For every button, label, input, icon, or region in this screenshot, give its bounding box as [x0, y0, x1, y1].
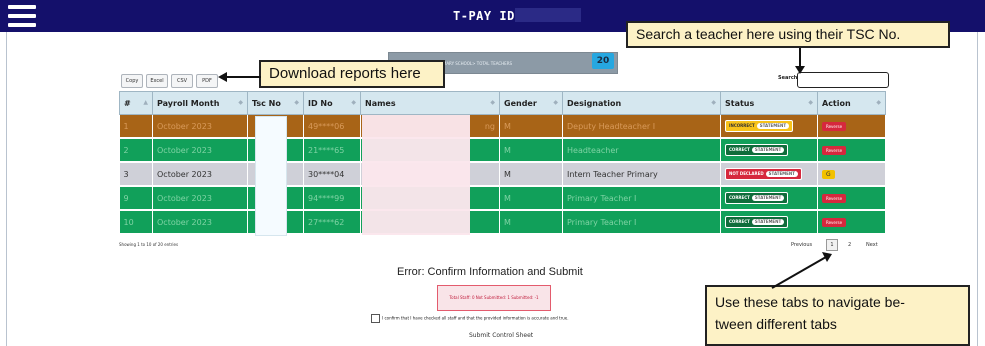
action-cell: Reverse	[817, 210, 886, 235]
copy-button[interactable]: Copy	[121, 74, 143, 88]
pagination-page-1[interactable]: 1	[826, 239, 838, 251]
row-number: 2	[119, 138, 153, 163]
error-title: Error: Confirm Information and Submit	[397, 266, 583, 278]
pdf-button[interactable]: PDF	[196, 74, 218, 88]
gender-cell: M	[499, 162, 563, 187]
designation-cell: Primary Teacher I	[562, 186, 721, 211]
csv-button[interactable]: CSV	[171, 74, 193, 88]
reverse-button[interactable]: Reverse	[822, 146, 847, 155]
col-header-names[interactable]: Names ◆	[360, 91, 500, 115]
status-cell: INCORRECT STATEMENT	[720, 114, 818, 139]
gender-cell: M	[499, 210, 563, 235]
pagination-next[interactable]: Next	[866, 242, 878, 248]
redacted-id-block	[515, 8, 581, 22]
app-frame: T-PAY ID: < NABKWENI PRIMARY SCHOOL> TOT…	[0, 0, 985, 346]
callout-tabs-line-2: tween different tabs	[715, 316, 837, 332]
confirm-text: I confirm that I have checked all staff …	[382, 315, 569, 321]
col-header-gender[interactable]: Gender ◆	[499, 91, 563, 115]
status-cell: CORRECT STATEMENT	[720, 210, 818, 235]
hamburger-menu-icon[interactable]	[8, 5, 36, 27]
id-no-cell: 30****04	[303, 162, 361, 187]
status-badge: CORRECT STATEMENT	[725, 192, 789, 204]
designation-cell: Deputy Headteacher I	[562, 114, 721, 139]
payroll-table: # ▲ Payroll Month ◆ Tsc No ◆ ID No ◆ Names ◆ …	[119, 91, 886, 235]
table-header-row: # ▲ Payroll Month ◆ Tsc No ◆ ID No ◆ Names ◆ …	[119, 91, 886, 115]
id-no-cell: 49****06	[303, 114, 361, 139]
id-no-cell: 27****62	[303, 210, 361, 235]
action-cell: Reverse	[817, 114, 886, 139]
id-no-cell: 94****99	[303, 186, 361, 211]
payroll-month-cell: October 2023	[152, 162, 248, 187]
pagination-page-2[interactable]: 2	[848, 242, 851, 248]
action-cell: Reverse	[817, 138, 886, 163]
status-cell: NOT DECLARED STATEMENT	[720, 162, 818, 187]
row-number: 9	[119, 186, 153, 211]
status-badge: CORRECT STATEMENT	[725, 144, 789, 156]
redacted-tsc-column	[255, 116, 287, 236]
error-summary-box: Total Staff: 0 Not Submitted: 1 Submitte…	[437, 285, 551, 311]
callout-search: Search a teacher here using their TSC No…	[626, 21, 950, 48]
payroll-month-cell: October 2023	[152, 114, 248, 139]
excel-button[interactable]: Excel	[146, 74, 168, 88]
callout-tabs: Use these tabs to navigate be- tween dif…	[705, 285, 970, 346]
designation-cell: Intern Teacher Primary	[562, 162, 721, 187]
action-button[interactable]: G	[822, 170, 835, 179]
payroll-table-wrapper: # ▲ Payroll Month ◆ Tsc No ◆ ID No ◆ Names ◆ …	[119, 91, 886, 236]
col-header-status[interactable]: Status ◆	[720, 91, 818, 115]
gender-cell: M	[499, 138, 563, 163]
confirm-row: I confirm that I have checked all staff …	[371, 314, 568, 323]
table-row: 10 October 2023 27****62 M Primary Teach…	[119, 210, 886, 235]
payroll-month-cell: October 2023	[152, 186, 248, 211]
reverse-button[interactable]: Reverse	[822, 218, 847, 227]
status-cell: CORRECT STATEMENT	[720, 138, 818, 163]
col-header-payroll-month[interactable]: Payroll Month ◆	[152, 91, 248, 115]
reverse-button[interactable]: Reverse	[822, 122, 847, 131]
col-header-tsc-no[interactable]: Tsc No ◆	[247, 91, 304, 115]
row-number: 10	[119, 210, 153, 235]
col-header-designation[interactable]: Designation ◆	[562, 91, 721, 115]
pagination-previous[interactable]: Previous	[791, 242, 812, 248]
action-cell: Reverse	[817, 186, 886, 211]
table-row: 1 October 2023 49****06 ng M Deputy Head…	[119, 114, 886, 139]
row-number: 1	[119, 114, 153, 139]
gender-cell: M	[499, 186, 563, 211]
status-badge: CORRECT STATEMENT	[725, 216, 789, 228]
app-title: T-PAY ID:	[453, 9, 523, 23]
callout-download: Download reports here	[259, 60, 445, 88]
table-row: 9 October 2023 94****99 M Primary Teache…	[119, 186, 886, 211]
status-badge: INCORRECT STATEMENT	[725, 120, 794, 132]
payroll-month-cell: October 2023	[152, 138, 248, 163]
redacted-names-column	[362, 115, 470, 235]
table-row: 2 October 2023 21****65 M Headteacher CO…	[119, 138, 886, 163]
status-badge: NOT DECLARED STATEMENT	[725, 168, 802, 180]
search-input[interactable]	[797, 72, 889, 88]
callout-tabs-line-1: Use these tabs to navigate be-	[715, 294, 905, 310]
table-info-text: Showing 1 to 10 of 20 entries	[119, 242, 179, 247]
reverse-button[interactable]: Reverse	[822, 194, 847, 203]
gender-cell: M	[499, 114, 563, 139]
teacher-count-badge: 20	[592, 53, 614, 69]
col-header-action[interactable]: Action ◆	[817, 91, 886, 115]
payroll-month-cell: October 2023	[152, 210, 248, 235]
designation-cell: Headteacher	[562, 138, 721, 163]
action-cell: G	[817, 162, 886, 187]
submit-control-sheet-button[interactable]: Submit Control Sheet	[469, 332, 533, 339]
confirm-checkbox[interactable]	[371, 314, 380, 323]
col-header-num[interactable]: # ▲	[119, 91, 153, 115]
id-no-cell: 21****65	[303, 138, 361, 163]
row-number: 3	[119, 162, 153, 187]
table-row: 3 October 2023 30****04 M Intern Teacher…	[119, 162, 886, 187]
status-cell: CORRECT STATEMENT	[720, 186, 818, 211]
col-header-id-no[interactable]: ID No ◆	[303, 91, 361, 115]
designation-cell: Primary Teacher I	[562, 210, 721, 235]
